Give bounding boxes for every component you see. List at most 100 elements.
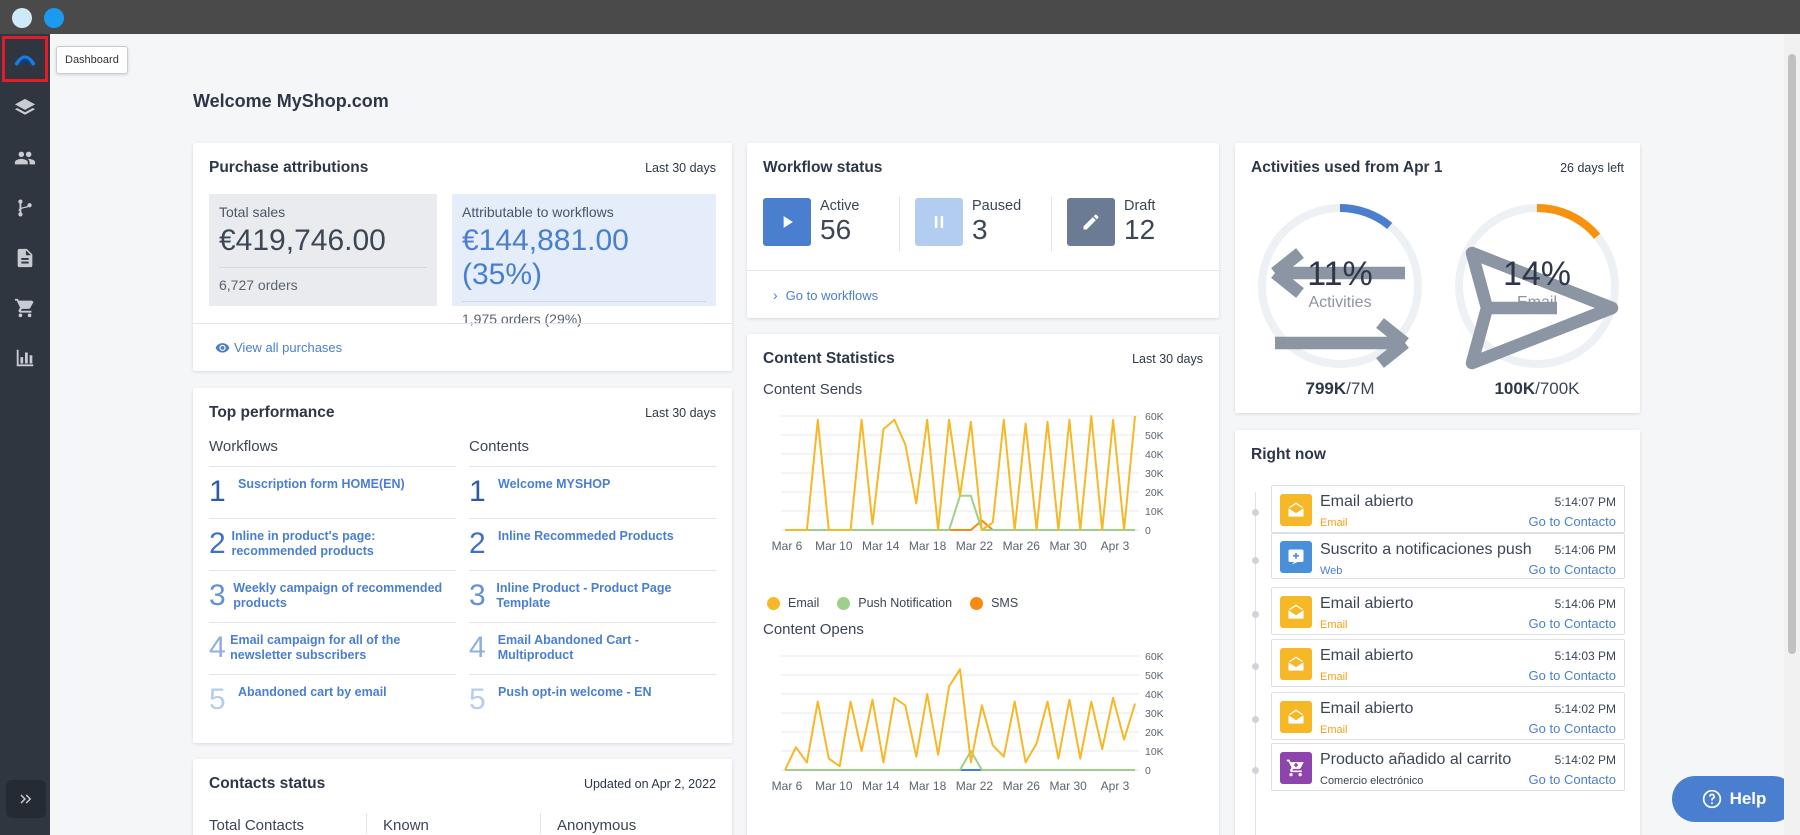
ranked-item[interactable]: 5 Abandoned cart by email — [209, 675, 456, 727]
layers-icon — [14, 98, 36, 115]
activity-item: Email abierto Email 5:14:03 PM Go to Contac… — [1271, 639, 1625, 687]
go-to-contact-link[interactable]: Go to Contacto — [1529, 668, 1616, 683]
pencil-icon-box — [1067, 198, 1115, 246]
sidebar-item-reports[interactable] — [0, 336, 50, 380]
sidebar-item-layers[interactable] — [0, 86, 50, 130]
x-tick-label: Apr 3 — [1101, 779, 1130, 793]
activity-category: Email — [1320, 671, 1348, 683]
sidebar-item-contacts[interactable] — [0, 136, 50, 180]
go-to-contact-link[interactable]: Go to Contacto — [1529, 616, 1616, 631]
activity-category: Web — [1320, 565, 1343, 577]
window-dot — [12, 8, 32, 28]
x-tick-label: Mar 18 — [909, 539, 947, 553]
days-left-label: 26 days left — [1560, 161, 1624, 175]
attributable-box: Attributable to workflows €144,881.00 (3… — [452, 194, 716, 327]
contents-header: Contents — [469, 438, 716, 467]
workflow-draft[interactable]: Draft 12 — [1067, 198, 1155, 246]
double-chevron-right-icon — [20, 794, 32, 804]
item-name-link[interactable]: Email campaign for all of the newsletter… — [230, 631, 456, 674]
activity-item: Email abierto Email 5:14:06 PM Go to Contac… — [1271, 587, 1625, 635]
anonymous-label: Anonymous — [557, 817, 637, 834]
item-name-link[interactable]: Inline Product - Product Page Template — [496, 579, 716, 622]
y-tick-label: 20K — [1145, 487, 1164, 499]
sidebar-item-commerce[interactable] — [0, 286, 50, 330]
go-to-contact-link[interactable]: Go to Contacto — [1529, 772, 1616, 787]
item-name-link[interactable]: Welcome MYSHOP — [498, 475, 610, 518]
card-title: Purchase attributions — [209, 159, 369, 176]
go-to-workflows-label: Go to workflows — [785, 287, 879, 303]
item-name-link[interactable]: Abandoned cart by email — [238, 683, 387, 727]
go-to-contact-link[interactable]: Go to Contacto — [1529, 514, 1616, 529]
timeline-dot — [1252, 767, 1259, 774]
email-icon — [1280, 494, 1312, 526]
right-now-card: Right now Email abierto Email 5:14:07 PM Go… — [1235, 430, 1640, 835]
sidebar-item-dashboard[interactable] — [2, 36, 48, 82]
ranked-item[interactable]: 3 Inline Product - Product Page Template — [469, 571, 716, 623]
content-statistics-card: Content Statistics Last 30 days Content … — [747, 334, 1219, 835]
ranked-item[interactable]: 2 Inline Recommeded Products — [469, 519, 716, 571]
rank-number: 2 — [209, 527, 226, 560]
ranked-item[interactable]: 3 Weekly campaign of recommended products — [209, 571, 456, 623]
sidebar-item-content[interactable] — [0, 236, 50, 280]
help-button[interactable]: Help — [1672, 776, 1796, 822]
workflow-status-card: Workflow status Active 56 Paused 3 Draft… — [747, 143, 1219, 318]
item-name-link[interactable]: Email Abandoned Cart - Multiproduct — [498, 631, 716, 674]
ranked-item[interactable]: 1 Welcome MYSHOP — [469, 467, 716, 519]
legend-dot — [837, 596, 851, 610]
top-contents-list: Contents 1 Welcome MYSHOP 2 Inline Recommed… — [469, 438, 716, 727]
workflow-paused[interactable]: Paused 3 — [915, 198, 1021, 246]
ranked-item[interactable]: 2 Inline in product's page: recommended p… — [209, 519, 456, 571]
rank-number: 1 — [209, 475, 226, 508]
document-icon — [17, 248, 33, 268]
ranked-item[interactable]: 4 Email campaign for all of the newslette… — [209, 623, 456, 675]
draft-count: 12 — [1124, 214, 1156, 245]
page-scrollbar[interactable] — [1784, 34, 1800, 835]
x-tick-label: Mar 14 — [862, 779, 900, 793]
activity-item: Suscrito a notificaciones push Web 5:14:06… — [1271, 533, 1625, 579]
card-title: Content Statistics — [763, 350, 895, 367]
x-tick-label: Mar 26 — [1003, 539, 1041, 553]
go-to-workflows-link[interactable]: › Go to workflows — [773, 287, 878, 303]
ranked-item[interactable]: 1 Suscription form HOME(EN) — [209, 467, 456, 519]
legend-push[interactable]: Push Notification — [837, 596, 952, 610]
legend-email[interactable]: Email — [767, 596, 819, 610]
legend-sms[interactable]: SMS — [970, 596, 1018, 610]
rank-number: 3 — [469, 579, 486, 612]
scrollbar-thumb[interactable] — [1788, 54, 1796, 654]
item-name-link[interactable]: Push opt-in welcome - EN — [498, 683, 652, 727]
card-title: Top performance — [209, 404, 335, 421]
total-orders: 6,727 orders — [219, 277, 298, 293]
draft-label: Draft — [1124, 198, 1156, 214]
divider — [747, 270, 1219, 271]
active-count: 56 — [820, 214, 852, 245]
pause-icon — [934, 216, 944, 228]
expand-sidebar-button[interactable] — [6, 780, 46, 818]
top-workflows-list: Workflows 1 Suscription form HOME(EN) 2 Inl… — [209, 438, 456, 727]
sidebar-item-account[interactable] — [0, 824, 50, 835]
push-icon — [1280, 541, 1312, 573]
timeline-dot — [1252, 611, 1259, 618]
content-sends-chart: 60K 50K 40K 30K 20K 10K 0 Mar 6 Mar 10 Mar 14 Mar … — [772, 411, 1164, 553]
ranked-item[interactable]: 4 Email Abandoned Cart - Multiproduct — [469, 623, 716, 675]
sidebar-item-workflows[interactable] — [0, 186, 50, 230]
attributable-value: €144,881.00 (35%) — [462, 224, 706, 302]
item-name-link[interactable]: Inline Recommeded Products — [498, 527, 674, 570]
item-name-link[interactable]: Suscription form HOME(EN) — [238, 475, 405, 518]
go-to-contact-link[interactable]: Go to Contacto — [1529, 562, 1616, 577]
view-all-purchases-link[interactable]: View all purchases — [215, 340, 342, 355]
go-to-contact-link[interactable]: Go to Contacto — [1529, 721, 1616, 736]
item-name-link[interactable]: Weekly campaign of recommended products — [233, 579, 456, 622]
workflow-active[interactable]: Active 56 — [763, 198, 860, 246]
y-tick-label: 40K — [1145, 449, 1164, 461]
cart-icon — [14, 298, 34, 318]
activity-item: Producto añadido al carrito Comercio elec… — [1271, 743, 1625, 791]
activities-gauge: 11% Activities — [1255, 201, 1425, 376]
activity-category: Email — [1320, 619, 1348, 631]
content-opens-chart: 60K 50K 40K 30K 20K 10K 0 Mar 6 Mar 10 Mar 14 Mar … — [772, 651, 1164, 793]
email-label: Email — [1516, 294, 1557, 311]
item-name-link[interactable]: Inline in product's page: recommended pr… — [231, 527, 456, 570]
ranked-item[interactable]: 5 Push opt-in welcome - EN — [469, 675, 716, 727]
activity-time: 5:14:06 PM — [1554, 597, 1616, 611]
y-tick-label: 30K — [1145, 468, 1164, 480]
y-tick-label: 0 — [1145, 525, 1151, 537]
